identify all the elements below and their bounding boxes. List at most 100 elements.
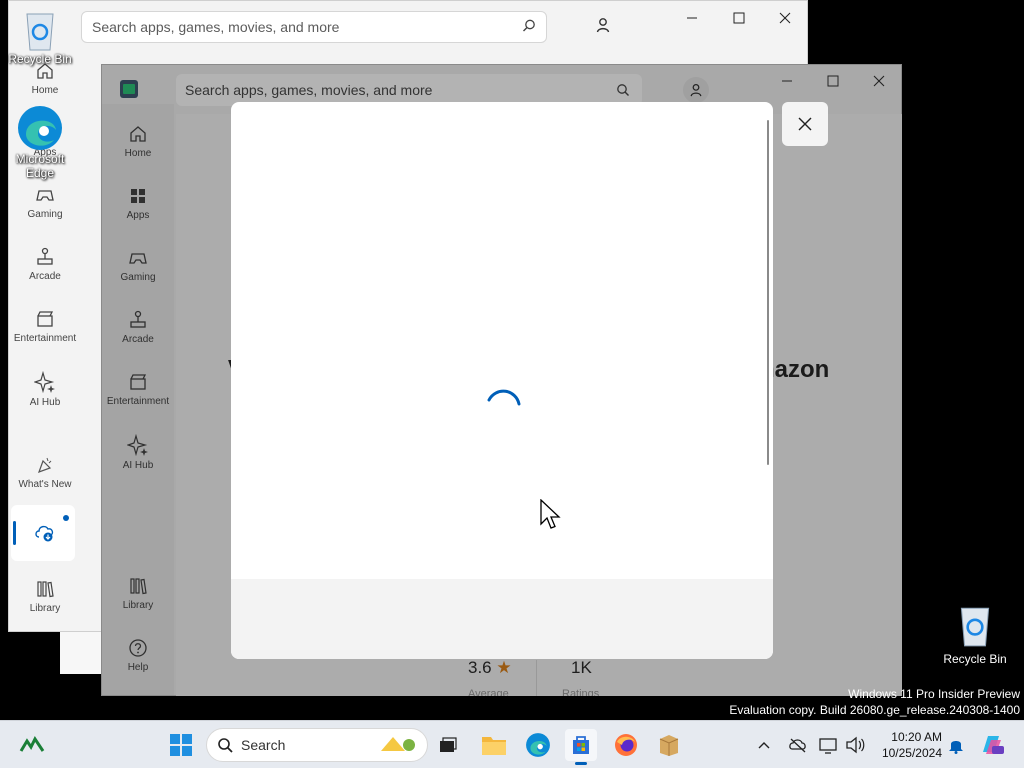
windows-logo-icon xyxy=(170,734,192,756)
front-nav-entertainment[interactable]: Entertainment xyxy=(102,372,174,407)
recycle-bin-icon xyxy=(960,607,990,647)
active-app-indicator xyxy=(575,762,587,765)
start-button[interactable] xyxy=(165,729,197,761)
sparkle-icon xyxy=(34,371,55,393)
rating-caption: Average xyxy=(468,688,509,696)
notification-bell-icon[interactable] xyxy=(944,729,968,761)
loading-spinner xyxy=(487,389,521,406)
desktop-recycle-bin[interactable]: Recycle Bin xyxy=(2,8,78,66)
task-view-icon[interactable] xyxy=(432,729,464,761)
front-nav-entertainment-label: Entertainment xyxy=(106,396,170,407)
back-search-input[interactable]: Search apps, games, movies, and more xyxy=(81,11,547,43)
taskbar-search-label: Search xyxy=(241,737,286,753)
front-nav-ai-hub-label: AI Hub xyxy=(122,460,154,471)
front-account-icon[interactable] xyxy=(683,77,709,103)
dialog-close-button[interactable] xyxy=(782,102,828,146)
nav-home-label: Home xyxy=(31,85,59,96)
dialog-footer xyxy=(231,579,773,659)
search-icon[interactable] xyxy=(616,83,630,97)
store-logo-icon xyxy=(120,80,138,98)
close-button[interactable] xyxy=(770,3,800,33)
package-icon[interactable] xyxy=(653,729,685,761)
star-icon: ★ xyxy=(496,658,512,677)
front-nav-apps-label: Apps xyxy=(126,210,150,221)
nav-gaming[interactable]: Gaming xyxy=(12,185,78,220)
mouse-cursor-icon xyxy=(540,499,561,529)
nav-whats-new-label: What's New xyxy=(18,479,72,490)
front-close-button[interactable] xyxy=(864,66,894,96)
maximize-button[interactable] xyxy=(724,3,754,33)
edge-taskbar-icon[interactable] xyxy=(522,729,554,761)
sparkle-icon xyxy=(127,434,148,456)
store-taskbar-icon[interactable] xyxy=(565,729,597,765)
watermark-line2: Evaluation copy. Build 26080.ge_release.… xyxy=(729,703,1020,717)
front-nav-home[interactable]: Home xyxy=(102,124,174,159)
front-nav-gaming[interactable]: Gaming xyxy=(102,248,174,283)
help-icon xyxy=(129,639,147,657)
front-nav-help[interactable]: Help xyxy=(102,638,174,673)
front-nav-gaming-label: Gaming xyxy=(120,272,156,283)
search-icon[interactable] xyxy=(522,19,536,36)
watermark-line1: Windows 11 Pro Insider Preview xyxy=(848,687,1020,701)
window-shadow-strip xyxy=(60,632,104,674)
front-nav-arcade[interactable]: Arcade xyxy=(102,310,174,345)
clock-time: 10:20 AM xyxy=(891,730,942,744)
home-icon xyxy=(130,126,146,142)
nav-home[interactable]: Home xyxy=(12,61,78,96)
nav-library-label: Library xyxy=(29,603,61,614)
desktop-microsoft-edge[interactable]: Microsoft Edge xyxy=(2,104,78,180)
front-nav-apps[interactable]: Apps xyxy=(102,186,174,221)
nav-entertainment[interactable]: Entertainment xyxy=(12,309,78,344)
edge-label: Microsoft Edge xyxy=(15,152,65,180)
store-bag-icon xyxy=(573,736,589,754)
nav-downloads[interactable] xyxy=(11,505,75,561)
clock[interactable]: 10:20 AM 10/25/2024 xyxy=(882,729,942,761)
firefox-icon[interactable] xyxy=(610,729,642,761)
library-icon xyxy=(37,581,54,598)
nav-entertainment-label: Entertainment xyxy=(13,333,77,344)
rating-value-text: 3.6 xyxy=(468,658,492,677)
gamepad-icon xyxy=(36,190,54,201)
front-nav-ai-hub[interactable]: AI Hub xyxy=(102,434,174,471)
stats-divider xyxy=(536,660,537,696)
nav-arcade-label: Arcade xyxy=(29,271,61,282)
notification-dot xyxy=(63,515,69,521)
copilot-icon[interactable] xyxy=(976,729,1008,761)
front-nav-home-label: Home xyxy=(124,148,152,159)
library-icon xyxy=(130,578,147,595)
display-icon[interactable] xyxy=(814,729,842,761)
front-nav-help-label: Help xyxy=(127,662,149,673)
nav-arcade[interactable]: Arcade xyxy=(12,247,78,282)
dialog-scrollbar[interactable] xyxy=(767,120,769,465)
nav-whats-new[interactable]: What's New xyxy=(12,455,78,490)
taskbar-search[interactable]: Search xyxy=(206,728,428,762)
volume-icon[interactable] xyxy=(841,729,869,761)
nav-library[interactable]: Library xyxy=(12,579,78,614)
widgets-icon[interactable] xyxy=(16,729,48,761)
clapperboard-icon xyxy=(37,311,54,327)
minimize-button[interactable] xyxy=(677,3,707,33)
desktop-recycle-bin-right[interactable]: Recycle Bin xyxy=(935,602,1015,666)
nav-ai-hub[interactable]: AI Hub xyxy=(12,371,78,408)
front-search-placeholder: Search apps, games, movies, and more xyxy=(185,82,433,98)
selected-indicator xyxy=(13,521,16,545)
taskbar: Search 10:20 AM 10/25/2024 xyxy=(0,720,1024,768)
network-offline-icon[interactable] xyxy=(784,729,812,761)
front-nav-library[interactable]: Library xyxy=(102,576,174,611)
apps-icon xyxy=(131,189,145,203)
close-icon xyxy=(798,117,812,131)
recycle-bin-icon xyxy=(26,13,54,51)
front-nav-library-label: Library xyxy=(122,600,154,611)
clapperboard-icon xyxy=(130,374,147,390)
clock-date: 10/25/2024 xyxy=(881,746,942,760)
joystick-icon xyxy=(37,247,53,265)
back-search-placeholder: Search apps, games, movies, and more xyxy=(92,19,340,35)
chevron-up-icon[interactable] xyxy=(752,729,776,761)
front-minimize-button[interactable] xyxy=(772,66,802,96)
front-maximize-button[interactable] xyxy=(818,66,848,96)
file-explorer-icon[interactable] xyxy=(478,729,510,761)
front-nav-arcade-label: Arcade xyxy=(122,334,154,345)
build-watermark: Windows 11 Pro Insider Preview Evaluatio… xyxy=(729,686,1020,718)
search-highlight-icon xyxy=(381,737,415,751)
account-icon[interactable] xyxy=(591,13,615,37)
